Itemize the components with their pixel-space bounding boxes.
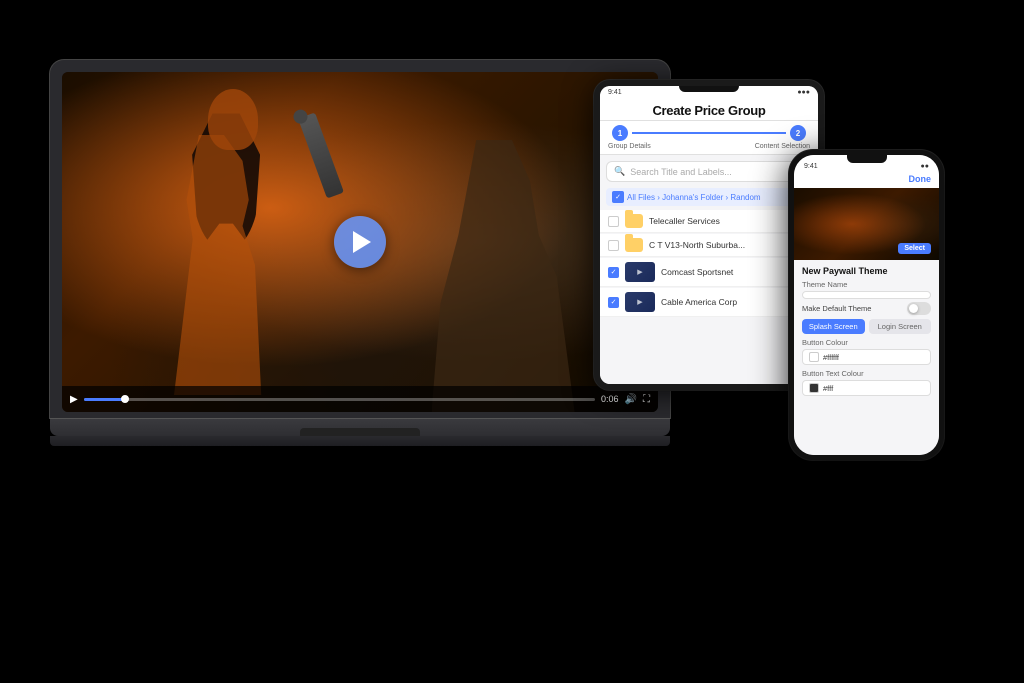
tablet-time: 9:41 — [608, 89, 622, 96]
concert-video-bg — [62, 72, 658, 412]
phone-time: 9:41 — [804, 163, 818, 170]
file-list: Telecaller Services C T V13-North Suburb… — [600, 210, 818, 317]
file-name-2: C T V13-North Suburba... — [649, 240, 810, 250]
login-screen-tab[interactable]: Login Screen — [869, 319, 932, 334]
done-button[interactable]: Done — [909, 174, 932, 184]
stepper-step2: 2 — [790, 125, 806, 141]
main-scene: ▶ 0:06 🔊 ⛶ 9:41 ●●● — [0, 0, 1024, 683]
file-item-2[interactable]: C T V13-North Suburba... — [600, 234, 818, 257]
file-checkbox-4[interactable] — [608, 297, 619, 308]
stepper-labels: Group Details Content Selection — [600, 143, 818, 155]
stepper-step1: 1 — [612, 125, 628, 141]
singer-head — [208, 89, 258, 150]
button-color-value: #ffffff — [823, 353, 839, 362]
singer-body — [174, 135, 299, 395]
search-placeholder: Search Title and Labels... — [630, 167, 732, 177]
fullscreen-icon[interactable]: ⛶ — [643, 394, 650, 405]
laptop-screen-outer: ▶ 0:06 🔊 ⛶ — [50, 60, 670, 418]
button-color-swatch[interactable]: #ffffff — [802, 349, 931, 365]
new-paywall-theme-heading: New Paywall Theme — [802, 266, 931, 276]
laptop-stand — [50, 436, 670, 446]
phone-image-preview: Select — [794, 188, 939, 260]
step1-label: Group Details — [608, 143, 651, 150]
create-price-group-title: Create Price Group — [608, 103, 810, 118]
phone-notch — [847, 155, 887, 163]
step2-label: Content Selection — [755, 143, 810, 150]
file-item-1[interactable]: Telecaller Services — [600, 210, 818, 233]
video-thumb-3 — [625, 262, 655, 282]
progress-fill — [84, 398, 125, 401]
breadcrumb-text: All Files › Johanna's Folder › Random — [627, 193, 761, 202]
phone-form-content: New Paywall Theme Theme Name Make Defaul… — [794, 260, 939, 455]
button-color-box — [809, 352, 819, 362]
toggle-knob — [909, 304, 918, 313]
video-controls-bar: ▶ 0:06 🔊 ⛶ — [62, 386, 658, 412]
play-icon — [353, 231, 371, 253]
button-text-color-label: Button Text Colour — [802, 369, 931, 378]
folder-icon-2 — [625, 238, 643, 252]
breadcrumb-row: All Files › Johanna's Folder › Random — [606, 188, 812, 206]
stepper-row: 1 2 — [600, 121, 818, 143]
button-text-color-box — [809, 383, 819, 393]
button-text-color-swatch[interactable]: #fff — [802, 380, 931, 396]
phone-device: 9:41 ●● Done Select New Paywall Theme Th… — [789, 150, 944, 460]
volume-icon[interactable]: 🔊 — [625, 394, 637, 405]
tablet-camera — [679, 86, 739, 92]
button-text-color-value: #fff — [823, 384, 833, 393]
file-checkbox-1[interactable] — [608, 216, 619, 227]
phone-signal: ●● — [921, 163, 929, 170]
file-checkbox-2[interactable] — [608, 240, 619, 251]
file-name-1: Telecaller Services — [649, 216, 810, 226]
tablet-signal: ●●● — [797, 89, 810, 96]
video-thumb-4 — [625, 292, 655, 312]
tablet-header: Create Price Group — [600, 99, 818, 121]
tablet-screen: 9:41 ●●● Create Price Group 1 2 Group De… — [600, 86, 818, 384]
file-item-3[interactable]: Comcast Sportsnet — [600, 258, 818, 287]
progress-bar[interactable] — [84, 398, 595, 401]
default-theme-toggle-row: Make Default Theme — [802, 302, 931, 315]
phone-top-actions: Done — [794, 172, 939, 188]
search-bar[interactable]: 🔍 Search Title and Labels... — [606, 161, 812, 182]
file-name-3: Comcast Sportsnet — [661, 267, 810, 277]
play-pause-button[interactable]: ▶ — [70, 394, 78, 405]
guitarist-figure — [432, 140, 611, 412]
laptop-camera-notch — [300, 428, 420, 436]
file-name-4: Cable America Corp — [661, 297, 810, 307]
button-color-label: Button Colour — [802, 338, 931, 347]
search-icon: 🔍 — [614, 166, 625, 177]
laptop-screen: ▶ 0:06 🔊 ⛶ — [62, 72, 658, 412]
select-button[interactable]: Select — [898, 243, 931, 254]
progress-dot — [121, 395, 129, 403]
default-theme-label: Make Default Theme — [802, 304, 871, 313]
splash-screen-tab[interactable]: Splash Screen — [802, 319, 865, 334]
stepper-connector — [632, 132, 786, 134]
default-theme-toggle[interactable] — [907, 302, 931, 315]
time-display: 0:06 — [601, 394, 619, 404]
file-checkbox-3[interactable] — [608, 267, 619, 278]
breadcrumb-check-icon — [612, 191, 624, 203]
phone-screen: 9:41 ●● Done Select New Paywall Theme Th… — [794, 155, 939, 455]
folder-icon-1 — [625, 214, 643, 228]
theme-name-input[interactable] — [802, 291, 931, 299]
tablet-body: 🔍 Search Title and Labels... All Files ›… — [600, 155, 818, 384]
play-button[interactable] — [334, 216, 386, 268]
laptop-base — [50, 418, 670, 436]
screen-type-tabs: Splash Screen Login Screen — [802, 319, 931, 334]
laptop-device: ▶ 0:06 🔊 ⛶ — [50, 60, 670, 446]
theme-name-label: Theme Name — [802, 280, 931, 289]
file-item-4[interactable]: Cable America Corp — [600, 288, 818, 317]
